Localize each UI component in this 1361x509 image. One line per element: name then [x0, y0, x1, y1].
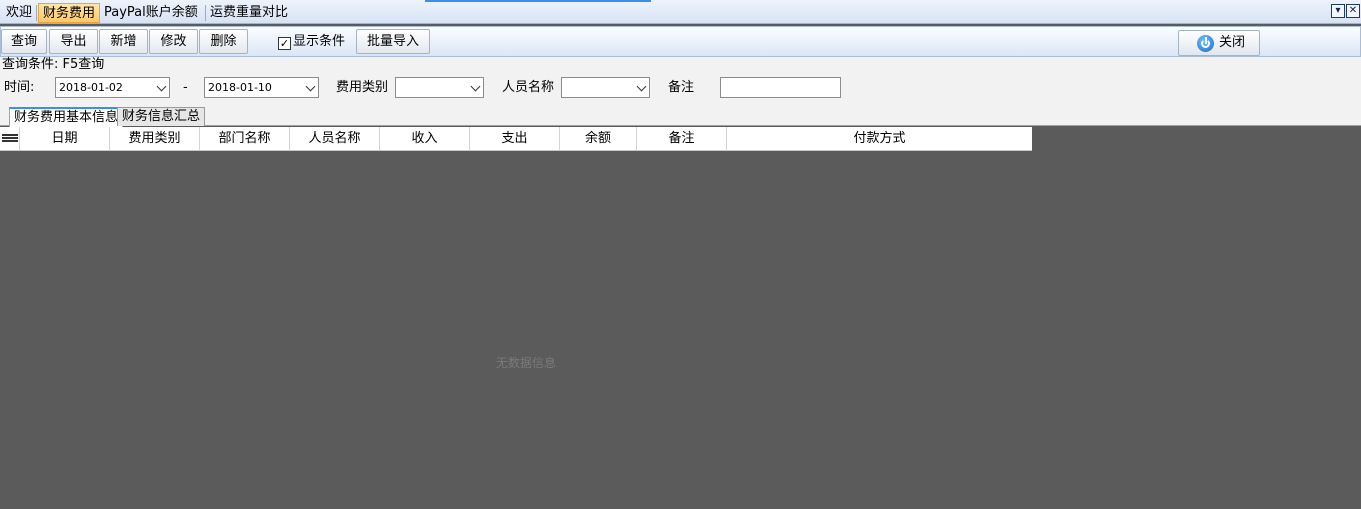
column-chooser[interactable] [0, 127, 20, 151]
person-name-label: 人员名称 [502, 80, 555, 95]
tab-welcome[interactable]: 欢迎 [2, 3, 36, 23]
checkbox-check-icon[interactable]: ✓ [278, 37, 291, 50]
export-button[interactable]: 导出 [49, 29, 98, 54]
edit-button[interactable]: 修改 [149, 29, 198, 54]
toolbar: 查询 导出 新增 修改 删除 ✓ 显示条件 批量导入 关闭 [0, 26, 1361, 57]
tab-strip-accent-line [425, 0, 651, 2]
chevron-down-icon[interactable] [636, 81, 647, 92]
expense-type-label: 费用类别 [336, 80, 389, 95]
column-header-income[interactable]: 收入 [380, 127, 470, 151]
delete-button[interactable]: 删除 [199, 29, 248, 54]
sub-tab-strip: 财务费用基本信息 财务信息汇总 [0, 105, 1361, 127]
tab-separator [36, 5, 37, 21]
column-header-expense-type[interactable]: 费用类别 [110, 127, 200, 151]
tab-paypal-balance[interactable]: PayPal账户余额 [100, 3, 202, 23]
add-button[interactable]: 新增 [99, 29, 148, 54]
query-conditions-title: 查询条件: F5查询 [2, 57, 105, 72]
menu-icon[interactable] [2, 134, 18, 144]
column-header-department[interactable]: 部门名称 [200, 127, 290, 151]
tab-finance-summary[interactable]: 财务信息汇总 [117, 107, 206, 126]
time-label: 时间: [4, 80, 35, 95]
date-from-value: 2018-01-02 [59, 81, 123, 94]
column-header-expense[interactable]: 支出 [470, 127, 560, 151]
column-header-balance[interactable]: 余额 [560, 127, 637, 151]
close-button[interactable]: 关闭 [1178, 30, 1260, 56]
close-tab-icon[interactable]: ✕ [1346, 4, 1360, 18]
tab-freight-weight-compare[interactable]: 运费重量对比 [206, 3, 292, 23]
chevron-down-icon[interactable] [470, 81, 481, 92]
close-button-label: 关闭 [1219, 35, 1246, 50]
remark-label: 备注 [668, 80, 695, 95]
tab-finance-basic-info[interactable]: 财务费用基本信息 [9, 107, 124, 127]
show-conditions-checkbox[interactable]: ✓ 显示条件 [278, 33, 345, 51]
power-icon [1197, 35, 1214, 52]
batch-import-button[interactable]: 批量导入 [356, 29, 430, 54]
show-conditions-label: 显示条件 [293, 34, 346, 49]
column-header-remark[interactable]: 备注 [637, 127, 727, 151]
grid-empty-message: 无数据信息 [496, 356, 557, 370]
date-to-picker[interactable]: 2018-01-10 [204, 77, 319, 98]
chevron-down-icon[interactable] [156, 81, 167, 92]
query-button[interactable]: 查询 [1, 29, 47, 54]
grid-header: 日期 费用类别 部门名称 人员名称 收入 支出 余额 备注 付款方式 [0, 127, 1032, 151]
date-from-picker[interactable]: 2018-01-02 [55, 77, 170, 98]
expense-type-select[interactable] [395, 77, 484, 98]
date-range-dash: - [183, 80, 188, 95]
remark-input[interactable] [720, 77, 841, 98]
tab-finance-expense[interactable]: 财务费用 [38, 3, 101, 23]
column-header-person-name[interactable]: 人员名称 [290, 127, 380, 151]
query-conditions-panel: 查询条件: F5查询 时间: 2018-01-02 - 2018-01-10 费… [0, 57, 1361, 105]
chevron-down-icon[interactable] [305, 81, 316, 92]
tab-list-dropdown-icon[interactable]: ▾ [1331, 4, 1345, 18]
column-header-payment-method[interactable]: 付款方式 [727, 127, 1032, 151]
document-tab-strip: 欢迎 财务费用 PayPal账户余额 运费重量对比 ▾ ✕ [0, 0, 1361, 24]
date-to-value: 2018-01-10 [208, 81, 272, 94]
person-name-select[interactable] [561, 77, 650, 98]
column-header-date[interactable]: 日期 [20, 127, 110, 151]
